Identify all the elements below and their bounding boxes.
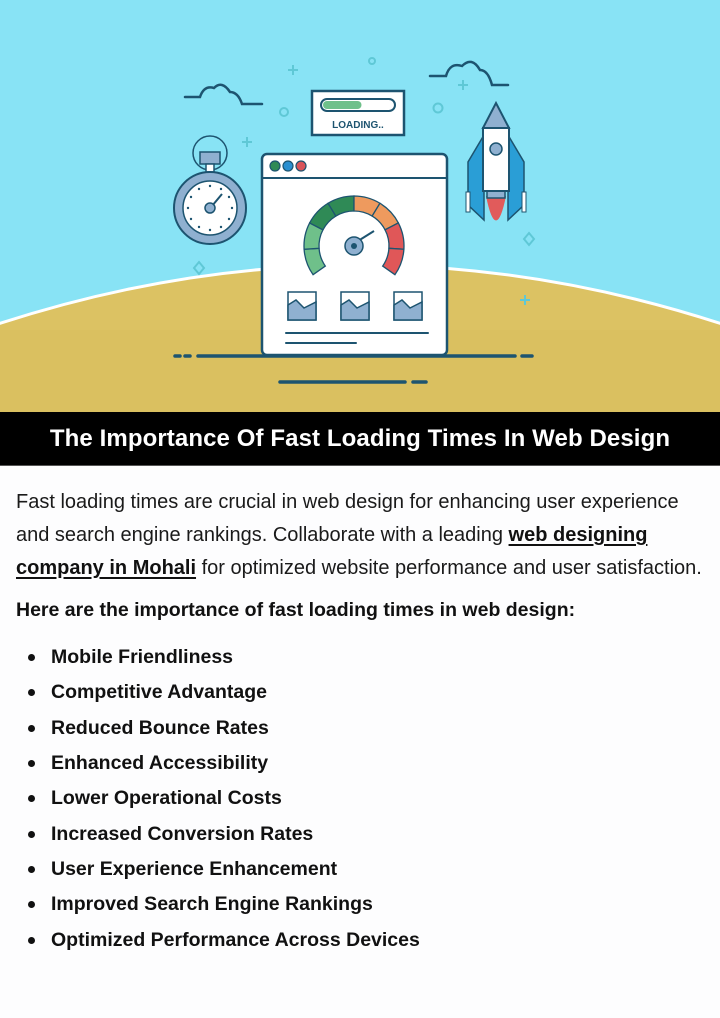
intro-paragraph: Fast loading times are crucial in web de…	[16, 486, 704, 585]
list-item: Mobile Friendliness	[28, 640, 704, 675]
list-item: Competitive Advantage	[28, 675, 704, 710]
list-item: Optimized Performance Across Devices	[28, 922, 704, 957]
image-icon	[287, 291, 317, 321]
list-item-label: User Experience Enhancement	[51, 857, 338, 880]
hero-illustration: LOADING..	[0, 0, 720, 412]
list-item-label: Competitive Advantage	[51, 681, 267, 704]
image-icon	[340, 291, 370, 321]
bullet-icon	[28, 901, 35, 909]
window-dot-blue	[282, 160, 294, 172]
loading-label: LOADING..	[332, 120, 384, 131]
image-icon	[393, 291, 423, 321]
bullet-icon	[28, 689, 35, 697]
list-item-label: Reduced Bounce Rates	[51, 716, 269, 739]
list-heading: Here are the importance of fast loading …	[16, 599, 576, 621]
window-dot-red	[295, 160, 307, 172]
browser-window	[260, 152, 449, 357]
bullet-icon	[28, 936, 35, 944]
list-item: Reduced Bounce Rates	[28, 711, 704, 746]
list-item-label: Optimized Performance Across Devices	[51, 928, 420, 951]
list-item: User Experience Enhancement	[28, 852, 704, 887]
page-title: The Importance Of Fast Loading Times In …	[49, 424, 671, 452]
list-item-label: Enhanced Accessibility	[51, 752, 269, 775]
list-item-label: Mobile Friendliness	[51, 646, 234, 669]
intro-text-after: for optimized website performance and us…	[196, 557, 702, 579]
image-placeholder-icons	[287, 291, 423, 321]
bullet-icon	[28, 724, 35, 732]
list-item-label: Increased Conversion Rates	[51, 822, 314, 845]
bullet-icon	[28, 865, 35, 873]
loading-box: LOADING..	[310, 89, 406, 137]
list-item: Increased Conversion Rates	[28, 816, 704, 851]
loading-progress-bar	[323, 101, 362, 109]
list-item: Enhanced Accessibility	[28, 746, 704, 781]
article-body: Fast loading times are crucial in web de…	[0, 466, 720, 958]
bullet-icon	[28, 654, 35, 662]
title-banner: The Importance Of Fast Loading Times In …	[0, 412, 720, 466]
list-item-label: Lower Operational Costs	[51, 787, 282, 810]
bullet-icon	[28, 830, 35, 838]
bullet-icon	[28, 795, 35, 803]
speed-illustration: LOADING..	[0, 57, 720, 412]
importance-list: Mobile Friendliness Competitive Advantag…	[16, 640, 704, 958]
list-item-label: Improved Search Engine Rankings	[51, 893, 373, 916]
bullet-icon	[28, 760, 35, 768]
list-item: Improved Search Engine Rankings	[28, 887, 704, 922]
stopwatch-icon	[173, 135, 247, 245]
rocket-icon	[465, 100, 527, 222]
window-dot-green	[269, 160, 281, 172]
list-item: Lower Operational Costs	[28, 781, 704, 816]
